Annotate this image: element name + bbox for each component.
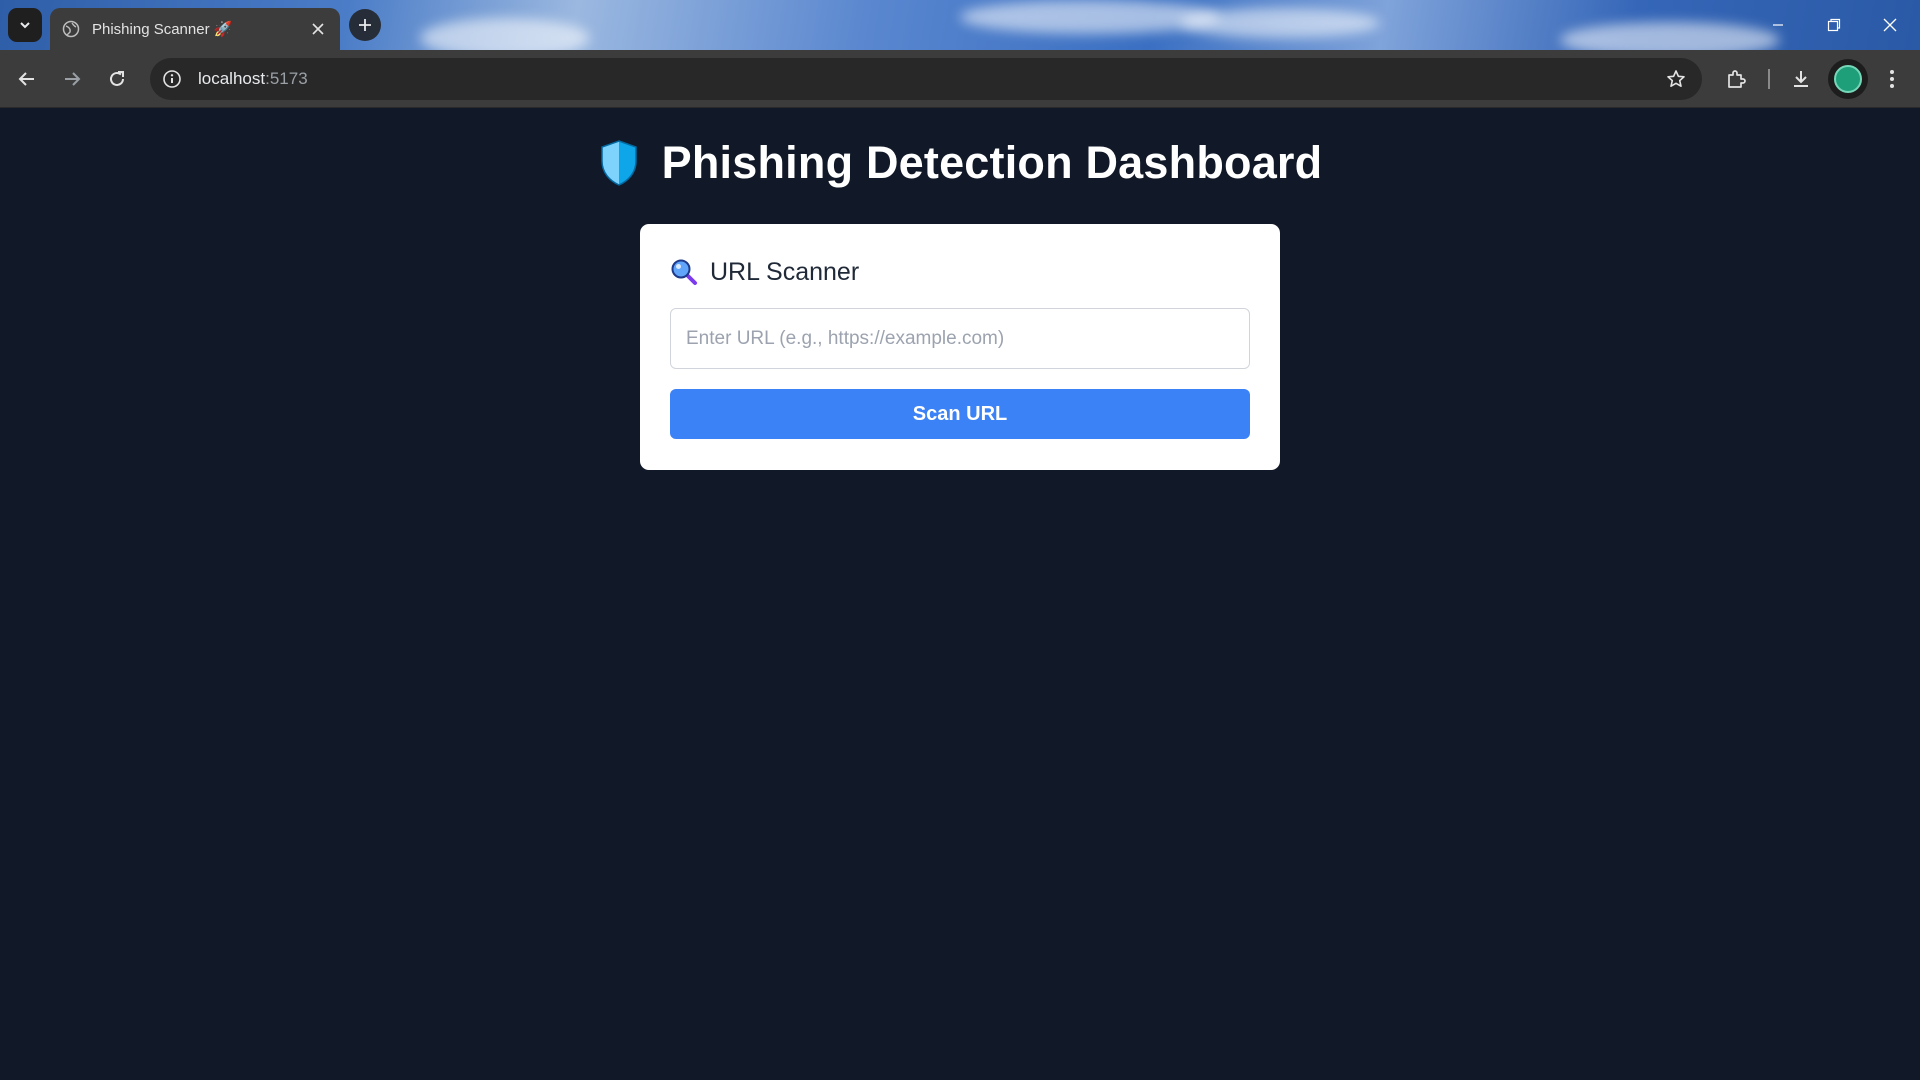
address-port: :5173 xyxy=(265,69,308,88)
card-header: URL Scanner xyxy=(670,254,1250,290)
reload-icon xyxy=(110,71,124,86)
back-button[interactable] xyxy=(9,61,45,97)
close-icon xyxy=(1883,18,1897,32)
new-tab-button[interactable] xyxy=(349,9,381,41)
browser-menu-button[interactable] xyxy=(1874,61,1910,97)
downloads-button[interactable] xyxy=(1783,61,1819,97)
page-title: Phishing Detection Dashboard xyxy=(661,137,1323,188)
reload-button[interactable] xyxy=(99,61,135,97)
plus-icon xyxy=(359,19,371,31)
address-bar[interactable]: localhost:5173 xyxy=(150,58,1702,100)
browser-tab[interactable]: Phishing Scanner 🚀 xyxy=(50,8,340,50)
dashboard-page: Phishing Detection Dashboard URL Scanner… xyxy=(0,109,1920,1080)
shield-icon xyxy=(598,139,640,187)
download-icon xyxy=(1794,71,1808,87)
scan-url-button[interactable]: Scan URL xyxy=(670,389,1250,439)
browser-toolbar: localhost:5173 xyxy=(0,50,1920,108)
url-input[interactable] xyxy=(670,308,1250,369)
minimize-icon xyxy=(1773,24,1783,26)
card-title: URL Scanner xyxy=(710,257,860,286)
globe-icon xyxy=(62,20,80,38)
sky-cloud xyxy=(960,0,1220,34)
page-header: Phishing Detection Dashboard xyxy=(0,133,1920,193)
tab-close-icon[interactable] xyxy=(308,19,328,39)
arrow-left-icon xyxy=(18,72,34,86)
url-scanner-card: URL Scanner Scan URL xyxy=(640,224,1280,470)
info-icon[interactable] xyxy=(162,69,182,89)
forward-button[interactable] xyxy=(54,61,90,97)
tab-strip: Phishing Scanner 🚀 xyxy=(0,0,1920,50)
kebab-menu-icon xyxy=(1890,70,1894,88)
restore-button[interactable] xyxy=(1806,0,1862,50)
toolbar-divider xyxy=(1768,69,1770,89)
sky-cloud xyxy=(1180,8,1380,38)
tab-search-button[interactable] xyxy=(8,8,42,42)
tab-title: Phishing Scanner 🚀 xyxy=(92,21,233,38)
minimize-button[interactable] xyxy=(1750,0,1806,50)
sky-cloud xyxy=(420,18,590,50)
profile-avatar[interactable] xyxy=(1828,59,1868,99)
extensions-button[interactable] xyxy=(1718,61,1754,97)
restore-icon xyxy=(1827,18,1841,32)
sky-cloud xyxy=(1560,22,1780,50)
puzzle-icon xyxy=(1728,70,1746,88)
address-host: localhost xyxy=(198,69,266,88)
window-close-button[interactable] xyxy=(1862,0,1918,50)
avatar-icon xyxy=(1834,65,1862,93)
star-icon[interactable] xyxy=(1666,69,1686,89)
chevron-down-icon xyxy=(20,22,30,29)
arrow-right-icon xyxy=(65,72,81,86)
magnifier-icon xyxy=(670,258,698,286)
